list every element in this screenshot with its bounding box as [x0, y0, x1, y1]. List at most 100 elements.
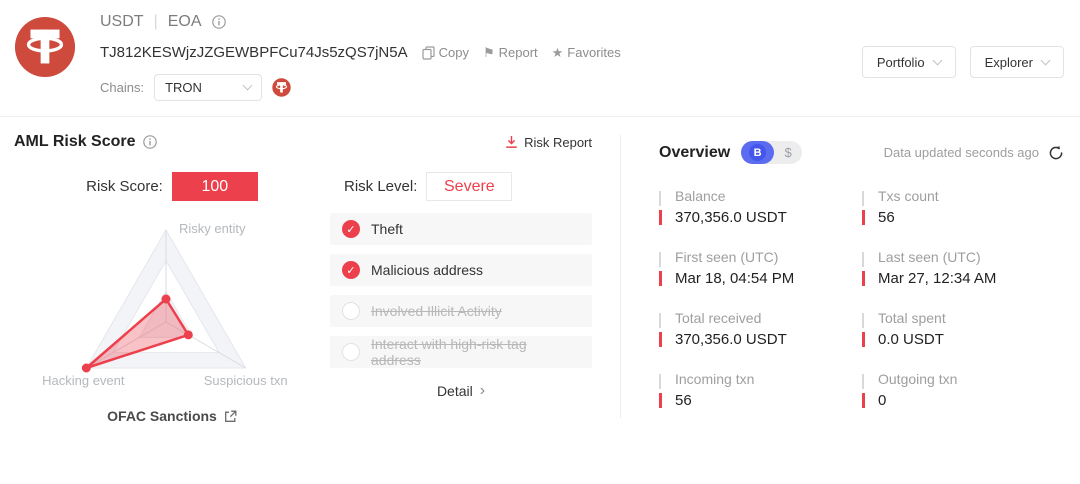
favorites-label: Favorites: [567, 45, 620, 60]
unchecked-icon: [342, 302, 360, 320]
stat-item: Total spent0.0 USDT: [862, 310, 1064, 348]
portfolio-label: Portfolio: [877, 55, 925, 70]
chevron-down-icon: [243, 81, 253, 91]
chain-select[interactable]: TRON: [154, 74, 262, 101]
refresh-icon: [1048, 145, 1064, 161]
stat-label: Total received: [675, 310, 787, 326]
risk-flag-row[interactable]: ✓ Malicious address: [330, 254, 592, 286]
stat-value: Mar 27, 12:34 AM: [878, 270, 996, 287]
risk-radar-chart: Risky entity Suspicious txn Hacking event: [14, 213, 330, 395]
stat-label: Txs count: [878, 188, 939, 204]
stat-marker: [862, 371, 865, 409]
download-icon: [505, 135, 518, 149]
aml-panel: AML Risk Score Risk Report Risk Score: 1…: [0, 117, 620, 424]
stat-marker: [862, 249, 865, 287]
risk-flag-row[interactable]: ✓ Theft: [330, 213, 592, 245]
chevron-right-icon: ›: [480, 383, 485, 399]
risk-flag-row[interactable]: Interact with high-risk tag address: [330, 336, 592, 368]
currency-toggle[interactable]: B $: [741, 141, 802, 164]
stat-item: Incoming txn 56: [659, 371, 862, 409]
stat-label: First seen (UTC): [675, 249, 794, 265]
risk-flag-label: Involved Illicit Activity: [371, 303, 502, 319]
address-row: TJ812KESWjzJZGEWBPFCu74Js5zQS7jN5A Copy …: [100, 44, 862, 61]
overview-stats-grid: Balance 370,356.0 USDT Txs count 56 First se…: [659, 188, 1064, 409]
stat-marker: [659, 310, 662, 348]
risk-flag-row[interactable]: Involved Illicit Activity: [330, 295, 592, 327]
stat-item: Outgoing txn 0: [862, 371, 1064, 409]
risk-flag-label: Interact with high-risk tag address: [371, 336, 580, 368]
checked-icon: ✓: [342, 220, 360, 238]
stat-marker: [862, 310, 865, 348]
info-icon[interactable]: [212, 15, 226, 29]
risk-flag-label: Malicious address: [371, 262, 483, 278]
risk-report-button[interactable]: Risk Report: [505, 135, 592, 150]
external-link-icon: [224, 410, 237, 423]
detail-link[interactable]: Detail ›: [330, 383, 592, 399]
risk-flag-label: Theft: [371, 221, 403, 237]
refresh-button[interactable]: [1048, 145, 1064, 161]
token-type-row: USDT | EOA: [100, 13, 862, 31]
usd-toggle-option[interactable]: $: [774, 145, 802, 160]
radar-axis-label: Suspicious txn: [204, 373, 288, 388]
stat-item: Last seen (UTC)Mar 27, 12:34 AM: [862, 249, 1064, 287]
tether-logo: [14, 16, 76, 78]
stat-label: Balance: [675, 188, 787, 204]
ofac-sanctions-link[interactable]: OFAC Sanctions: [14, 408, 330, 424]
report-button[interactable]: ⚑ Report: [483, 45, 538, 60]
stat-label: Incoming txn: [675, 371, 754, 387]
stat-value: 0.0 USDT: [878, 331, 946, 348]
report-label: Report: [499, 45, 538, 60]
title-divider: |: [154, 13, 158, 31]
account-type: EOA: [168, 13, 202, 31]
copy-button[interactable]: Copy: [422, 45, 469, 60]
stat-marker: [659, 371, 662, 409]
stat-value: 370,356.0 USDT: [675, 209, 787, 226]
copy-icon: [422, 46, 435, 60]
stat-label: Outgoing txn: [878, 371, 957, 387]
unchecked-icon: [342, 343, 360, 361]
stat-marker: [862, 188, 865, 226]
stat-marker: [659, 249, 662, 287]
flag-icon: ⚑: [483, 46, 495, 59]
page-header: USDT | EOA TJ812KESWjzJZGEWBPFCu74Js5zQS…: [0, 0, 1080, 101]
radar-axis-label: Hacking event: [42, 373, 125, 388]
chevron-down-icon: [932, 55, 942, 65]
risk-flags-list: ✓ Theft ✓ Malicious address Involved Illicit…: [330, 213, 620, 424]
favorites-button[interactable]: ★ Favorites: [552, 45, 621, 60]
chain-selected-value: TRON: [165, 80, 244, 95]
risk-level-label: Risk Level:: [344, 178, 417, 195]
stat-value: 56: [878, 209, 939, 226]
stat-item: Txs count 56: [862, 188, 1064, 226]
stat-value: 56: [675, 392, 754, 409]
overview-panel: Overview B $ Data updated seconds ago Ba…: [620, 135, 1080, 418]
explorer-button[interactable]: Explorer: [970, 46, 1064, 78]
stat-marker: [659, 188, 662, 226]
stat-item: First seen (UTC) Mar 18, 04:54 PM: [659, 249, 862, 287]
risk-level-value: Severe: [426, 172, 512, 201]
data-updated-text: Data updated seconds ago: [884, 145, 1039, 160]
chevron-down-icon: [1041, 55, 1051, 65]
portfolio-button[interactable]: Portfolio: [862, 46, 956, 78]
checked-icon: ✓: [342, 261, 360, 279]
btc-toggle-option[interactable]: B: [741, 141, 774, 164]
overview-title: Overview: [659, 144, 730, 162]
info-icon[interactable]: [143, 135, 157, 149]
stat-value: 370,356.0 USDT: [675, 331, 787, 348]
token-symbol: USDT: [100, 13, 144, 31]
risk-score-label: Risk Score:: [86, 178, 163, 195]
tether-chain-icon: [272, 78, 291, 97]
aml-title: AML Risk Score: [14, 133, 136, 151]
detail-label: Detail: [437, 383, 473, 399]
stat-item: Balance 370,356.0 USDT: [659, 188, 862, 226]
risk-score-value: 100: [172, 172, 258, 201]
stat-value: Mar 18, 04:54 PM: [675, 270, 794, 287]
header-buttons: Portfolio Explorer: [862, 46, 1064, 101]
copy-label: Copy: [439, 45, 469, 60]
radar-axis-label: Risky entity: [179, 221, 246, 236]
stat-item: Total received 370,356.0 USDT: [659, 310, 862, 348]
chains-label: Chains:: [100, 80, 144, 95]
risk-report-label: Risk Report: [524, 135, 592, 150]
ofac-label: OFAC Sanctions: [107, 408, 217, 424]
stat-value: 0: [878, 392, 957, 409]
star-icon: ★: [552, 46, 564, 59]
